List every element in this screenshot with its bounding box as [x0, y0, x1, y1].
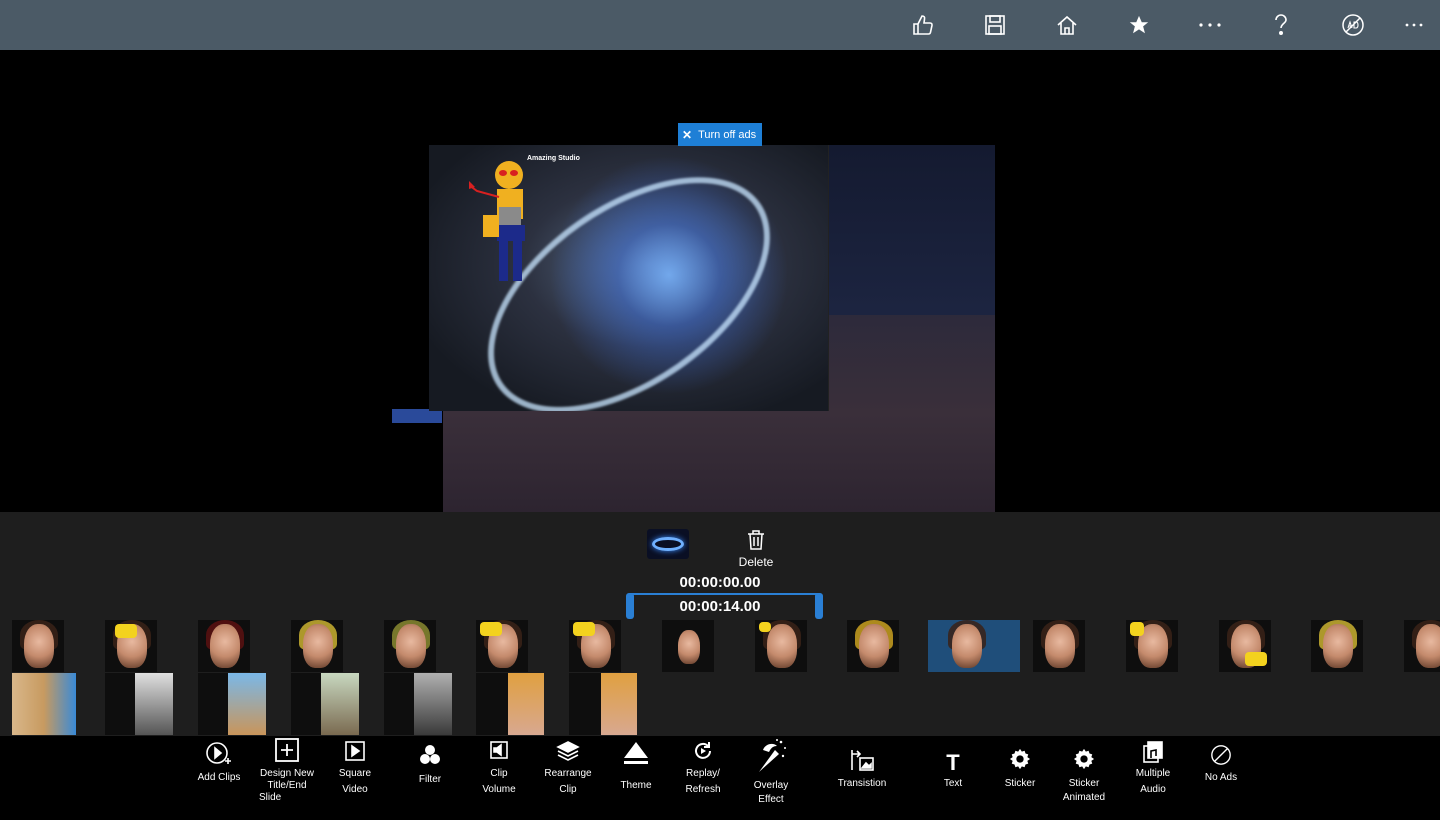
volume-icon	[476, 740, 522, 768]
gear-icon	[1058, 748, 1110, 776]
play-square-icon	[332, 740, 378, 768]
transition-preview-thumb[interactable]	[647, 529, 689, 559]
photo-thumb[interactable]	[384, 673, 414, 735]
delete-label: Delete	[738, 555, 774, 569]
cartoon-sticker[interactable]	[469, 157, 539, 287]
photo-thumb[interactable]	[105, 673, 135, 735]
clip-thumb[interactable]	[105, 620, 157, 672]
no-ads-button[interactable]: No Ads	[1198, 744, 1244, 814]
clip-thumb[interactable]	[662, 620, 714, 672]
more-icon[interactable]	[1190, 6, 1230, 44]
help-icon[interactable]	[1261, 6, 1301, 44]
clip-thumb[interactable]	[476, 620, 528, 672]
home-icon[interactable]	[1047, 6, 1087, 44]
clip-thumb[interactable]	[1219, 620, 1271, 672]
clip-thumb[interactable]	[198, 620, 250, 672]
music-note-icon	[1128, 740, 1178, 768]
photo-thumb[interactable]	[476, 673, 508, 735]
transition-icon	[832, 748, 892, 776]
photo-thumb[interactable]	[291, 673, 321, 735]
frame-edge-strip	[392, 409, 442, 423]
photo-thumb[interactable]	[12, 673, 76, 735]
photo-thumb[interactable]	[321, 673, 359, 735]
add-clips-icon	[194, 740, 244, 768]
filter-button[interactable]: Filter	[408, 744, 452, 814]
transition-button[interactable]: Transistion	[832, 748, 892, 818]
star-icon[interactable]	[1119, 6, 1159, 44]
sticker-button[interactable]: Sticker	[998, 748, 1042, 818]
square-video-button[interactable]: Square Video	[332, 740, 378, 810]
save-icon[interactable]	[975, 6, 1015, 44]
add-clips-button[interactable]: Add Clips	[194, 740, 244, 810]
timeline-panel: Delete 00:00:00.00 00:00:14.00	[0, 512, 1440, 736]
clip-volume-button[interactable]: Clip Volume	[476, 740, 522, 810]
clip-thumb[interactable]	[12, 620, 64, 672]
refresh-icon	[680, 740, 726, 768]
clip-thumb[interactable]	[847, 620, 899, 672]
clip-thumb[interactable]	[1404, 620, 1440, 672]
selected-clip-thumb[interactable]	[928, 620, 1020, 672]
multiple-audio-button[interactable]: Multiple Audio	[1128, 740, 1178, 810]
magic-wand-icon	[748, 736, 794, 776]
trash-icon	[735, 530, 777, 555]
layers-icon	[540, 740, 596, 768]
clip-thumb[interactable]	[291, 620, 343, 672]
clip-thumb[interactable]	[569, 620, 621, 672]
delete-button[interactable]: Delete	[735, 530, 777, 574]
end-time: 00:00:14.00	[679, 598, 761, 615]
clip-thumb[interactable]	[1033, 620, 1085, 672]
design-title-slide-button[interactable]: Design New Title/End Slide	[256, 736, 318, 806]
sticker-animated-button[interactable]: Sticker Animated	[1058, 748, 1110, 818]
overflow-icon[interactable]	[1394, 6, 1434, 44]
theme-button[interactable]: Theme	[613, 740, 659, 810]
replay-refresh-button[interactable]: Replay/ Refresh	[680, 740, 726, 810]
top-app-bar	[0, 0, 1440, 50]
clip-thumb[interactable]	[1311, 620, 1363, 672]
start-time: 00:00:00.00	[679, 574, 761, 591]
clip-thumb[interactable]	[1126, 620, 1178, 672]
photo-thumb[interactable]	[508, 673, 544, 735]
text-icon: T	[946, 750, 960, 775]
clip-thumb[interactable]	[755, 620, 807, 672]
photo-thumb[interactable]	[414, 673, 452, 735]
photo-thumb[interactable]	[135, 673, 173, 735]
rearrange-clip-button[interactable]: Rearrange Clip	[540, 740, 596, 810]
filter-icon	[408, 744, 452, 772]
photo-thumb[interactable]	[601, 673, 637, 735]
turn-off-ads-button[interactable]: ✕ Turn off ads	[678, 123, 762, 146]
photo-thumb[interactable]	[228, 673, 266, 735]
thumbs-up-icon[interactable]	[903, 6, 943, 44]
video-preview: Amazing Studio ✕ Turn off ads	[0, 50, 1440, 512]
foreground-video-frame: Amazing Studio	[429, 145, 829, 411]
clip-thumb[interactable]	[384, 620, 436, 672]
no-ads-icon	[1198, 744, 1244, 772]
eject-icon	[613, 740, 659, 768]
overlay-effect-button[interactable]: Overlay Effect	[748, 736, 794, 806]
turn-off-ads-label: Turn off ads	[698, 128, 757, 141]
no-ads-icon[interactable]	[1333, 6, 1373, 44]
close-icon: ✕	[682, 127, 693, 142]
photo-thumb[interactable]	[198, 673, 228, 735]
bottom-toolbar: Add Clips Design New Title/End Slide Squ…	[0, 736, 1440, 810]
add-square-icon	[256, 736, 318, 764]
photo-thumb[interactable]	[569, 673, 601, 735]
gear-icon	[998, 748, 1042, 776]
